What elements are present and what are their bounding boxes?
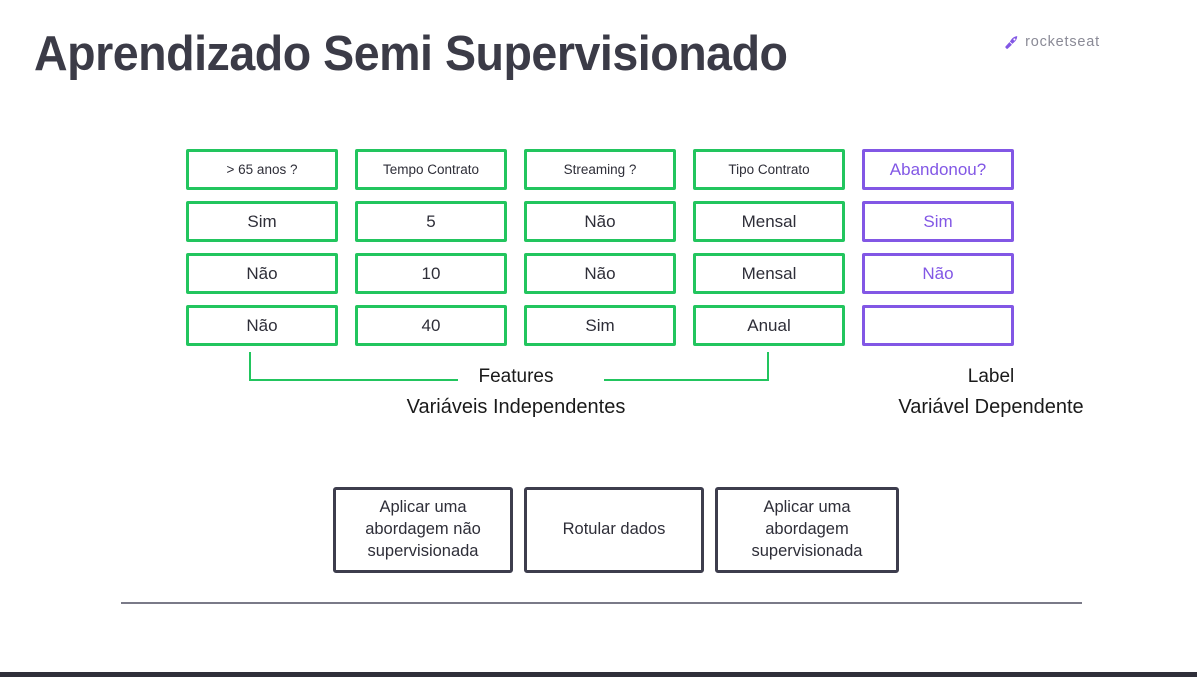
label-sublabel: Variável Dependente — [898, 396, 1084, 418]
rocket-icon — [1005, 35, 1018, 49]
table-cell: Não — [186, 253, 338, 294]
table-cell: Sim — [524, 305, 676, 346]
table-header-cell: > 65 anos ? — [186, 149, 338, 190]
table-header-cell: Streaming ? — [524, 149, 676, 190]
table-header-cell: Tipo Contrato — [693, 149, 845, 190]
table-cell-label-empty — [862, 305, 1014, 346]
table-cell: 10 — [355, 253, 507, 294]
page-title: Aprendizado Semi Supervisionado — [34, 27, 788, 81]
features-sublabel: Variáveis Independentes — [406, 396, 626, 418]
process-steps: Aplicar uma abordagem não supervisionada… — [333, 487, 899, 573]
table-cell: Não — [524, 201, 676, 242]
label-label: Label — [967, 366, 1015, 387]
table-cell: 5 — [355, 201, 507, 242]
table-cell: Anual — [693, 305, 845, 346]
data-table: > 65 anos ? Tempo Contrato Streaming ? T… — [186, 149, 1014, 346]
step-box-label-data[interactable]: Rotular dados — [524, 487, 704, 573]
step-box-unsupervised[interactable]: Aplicar uma abordagem não supervisionada — [333, 487, 513, 573]
table-cell: 40 — [355, 305, 507, 346]
table-header-cell: Tempo Contrato — [355, 149, 507, 190]
bottom-bar — [0, 672, 1197, 677]
step-box-supervised[interactable]: Aplicar uma abordagem supervisionada — [715, 487, 899, 573]
slide-canvas: Aprendizado Semi Supervisionado rocketse… — [0, 0, 1197, 677]
table-cell: Não — [186, 305, 338, 346]
table-cell: Mensal — [693, 201, 845, 242]
brand-name: rocketseat — [1025, 34, 1100, 50]
table-cell: Mensal — [693, 253, 845, 294]
table-cell-label: Não — [862, 253, 1014, 294]
table-cell: Não — [524, 253, 676, 294]
features-label: Features — [478, 366, 554, 387]
table-header-cell-label: Abandonou? — [862, 149, 1014, 190]
table-cell: Sim — [186, 201, 338, 242]
brand-logo: rocketseat — [1004, 34, 1100, 50]
footer-divider — [121, 602, 1082, 604]
table-cell-label: Sim — [862, 201, 1014, 242]
